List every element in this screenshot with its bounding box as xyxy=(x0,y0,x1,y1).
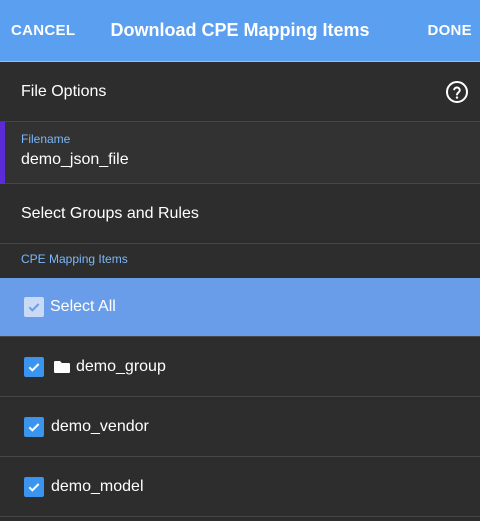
list-item[interactable]: demo_vendor xyxy=(0,397,480,457)
item-label: demo_vendor xyxy=(51,417,149,435)
item-label: demo_group xyxy=(76,357,166,375)
checkmark-icon xyxy=(28,303,40,312)
select-all-label: Select All xyxy=(50,298,116,315)
checkmark-icon xyxy=(28,482,40,492)
groups-rules-title: Select Groups and Rules xyxy=(21,204,199,222)
cancel-button[interactable]: CANCEL xyxy=(11,22,75,39)
file-options-title: File Options xyxy=(21,82,107,100)
folder-icon xyxy=(54,360,70,373)
done-button[interactable]: DONE xyxy=(427,22,472,39)
checkmark-icon xyxy=(28,422,40,432)
item-label: demo_model xyxy=(51,477,144,495)
checkmark-icon xyxy=(28,362,40,372)
select-all-row[interactable]: Select All xyxy=(0,278,480,337)
item-checkbox[interactable] xyxy=(24,356,44,377)
download-dialog: CANCEL Download CPE Mapping Items DONE F… xyxy=(0,0,480,521)
filename-field: Filename xyxy=(0,122,480,184)
groups-rules-section: Select Groups and Rules xyxy=(0,184,480,244)
item-checkbox[interactable] xyxy=(24,416,44,437)
filename-label: Filename xyxy=(21,132,71,146)
item-checkbox[interactable] xyxy=(24,476,44,497)
dialog-header: CANCEL Download CPE Mapping Items DONE xyxy=(0,0,480,62)
help-circle-icon[interactable] xyxy=(445,80,469,104)
filename-input[interactable] xyxy=(21,148,461,172)
list-item[interactable]: demo_model xyxy=(0,457,480,517)
focus-indicator xyxy=(0,122,5,184)
list-item[interactable]: demo_group xyxy=(0,337,480,397)
cpe-items-label: CPE Mapping Items xyxy=(21,252,128,266)
file-options-section: File Options xyxy=(0,62,480,122)
select-all-checkbox[interactable] xyxy=(24,297,44,317)
